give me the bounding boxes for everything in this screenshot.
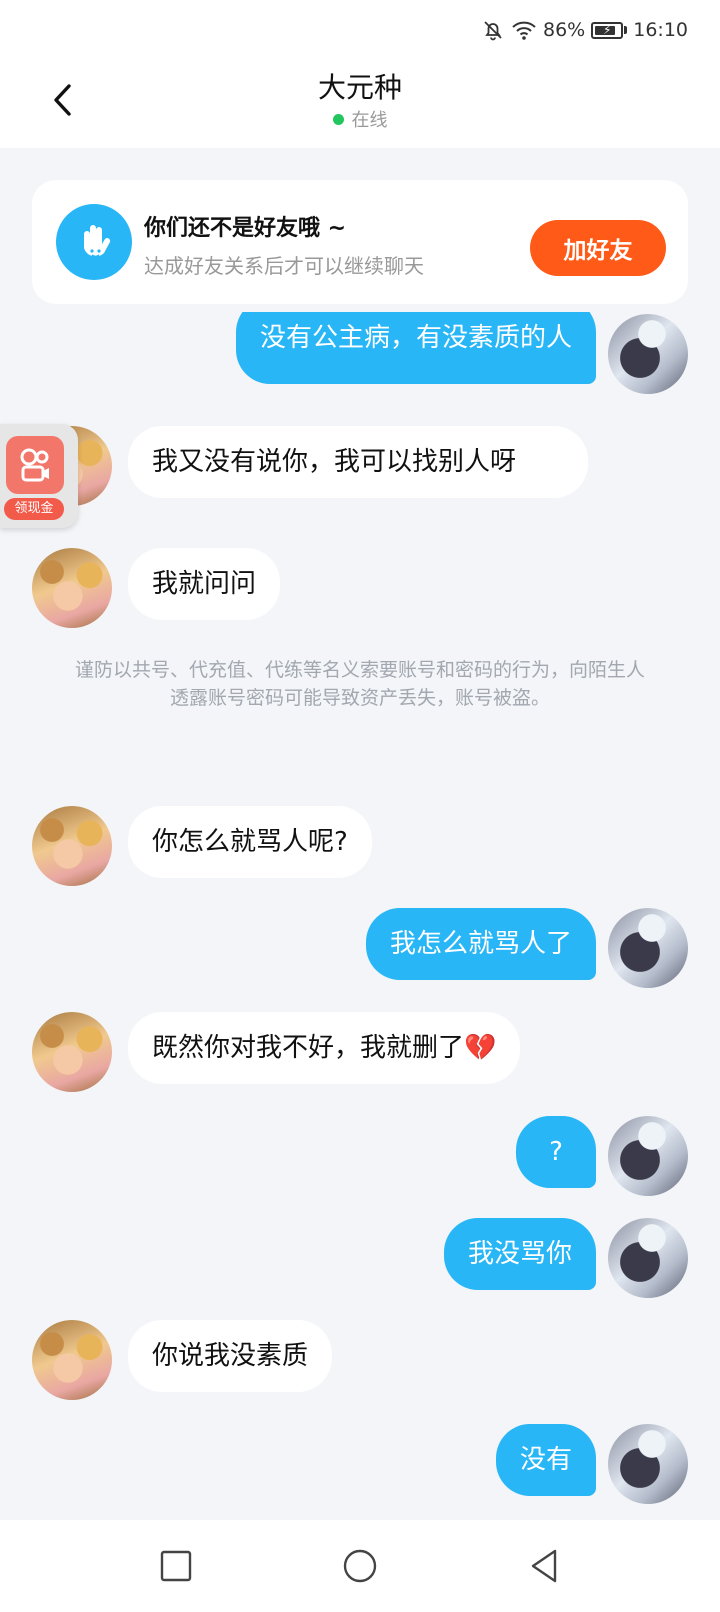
chat-header: 大元种 在线	[0, 60, 720, 148]
presence-label: 在线	[351, 110, 388, 131]
presence-status: 在线	[0, 106, 720, 132]
friend-card-subtitle: 达成好友关系后才可以继续聊天	[144, 254, 424, 278]
recents-square-icon	[160, 1550, 192, 1582]
my-avatar[interactable]	[608, 1424, 688, 1504]
kuaishou-app-icon	[6, 436, 64, 494]
system-navigation-bar	[0, 1520, 720, 1612]
my-avatar[interactable]	[608, 1116, 688, 1196]
add-friend-button[interactable]: 加好友	[530, 220, 666, 276]
my-avatar[interactable]	[608, 314, 688, 394]
contact-avatar[interactable]	[32, 1320, 112, 1400]
wifi-icon	[511, 19, 537, 41]
security-notice: 谨防以共号、代充值、代练等名义索要账号和密码的行为，向陌生人透露账号密码可能导致…	[74, 659, 645, 709]
home-circle-icon	[343, 1549, 377, 1583]
contact-avatar[interactable]	[32, 806, 112, 886]
message-bubble-sent[interactable]: 没有	[495, 1424, 596, 1496]
battery-icon: ⚡	[591, 21, 628, 39]
message-bubble-received[interactable]: 我又没有说你，我可以找别人呀	[128, 426, 588, 498]
contact-name: 大元种	[317, 71, 402, 104]
message-bubble-received[interactable]: 你说我没素质	[128, 1320, 333, 1392]
contact-avatar[interactable]	[32, 1012, 112, 1092]
waving-hand-icon	[56, 204, 132, 280]
message-bubble-received[interactable]: 我就问问	[128, 548, 281, 620]
my-avatar[interactable]	[608, 1218, 688, 1298]
back-triangle-icon	[531, 1549, 557, 1583]
home-button[interactable]	[336, 1542, 384, 1590]
contact-avatar[interactable]	[32, 548, 112, 628]
floating-widget-label: 领现金	[4, 498, 64, 520]
message-bubble-sent[interactable]: ?	[516, 1116, 596, 1188]
message-bubble-sent[interactable]: 没有公主病，有没素质的人	[235, 312, 596, 384]
message-bubble-received[interactable]: 你怎么就骂人呢?	[128, 806, 372, 878]
clock: 16:10	[633, 19, 688, 41]
recents-button[interactable]	[152, 1542, 200, 1590]
message-list[interactable]: 没有公主病，有没素质的人 我又没有说你，我可以找别人呀 我就问问 谨防以共号、代…	[0, 312, 720, 1520]
status-bar: 86% ⚡ 16:10	[0, 0, 720, 60]
battery-percent: 86%	[543, 19, 586, 41]
floating-cash-widget[interactable]: 领现金	[0, 424, 78, 528]
friend-request-card: 你们还不是好友哦 ~ 达成好友关系后才可以继续聊天 加好友	[32, 180, 688, 304]
message-bubble-sent[interactable]: 我没骂你	[443, 1218, 596, 1290]
system-back-button[interactable]	[520, 1542, 568, 1590]
online-dot	[332, 114, 344, 125]
bell-off-icon	[481, 18, 505, 42]
friend-card-title: 你们还不是好友哦 ~	[144, 216, 347, 241]
my-avatar[interactable]	[608, 908, 688, 988]
message-bubble-sent[interactable]: 我怎么就骂人了	[365, 908, 596, 980]
message-bubble-received[interactable]: 既然你对我不好，我就删了💔	[128, 1012, 521, 1084]
